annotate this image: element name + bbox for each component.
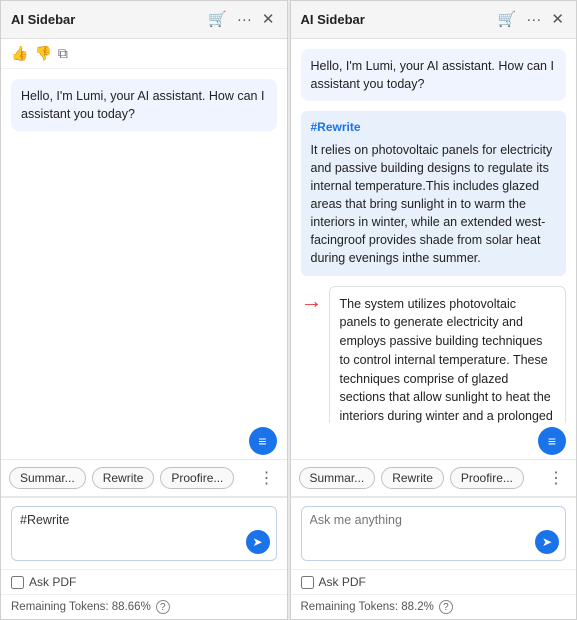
left-panel-title: AI Sidebar: [11, 12, 75, 27]
greeting-bubble: Hello, I'm Lumi, your AI assistant. How …: [11, 79, 277, 131]
doc-icon-button[interactable]: ≡: [249, 427, 277, 455]
left-text-input[interactable]: #Rewrite: [20, 513, 268, 548]
left-header-icons: 🛒 ··· ✕: [206, 10, 276, 29]
rewrite-source-block: #Rewrite It relies on photovoltaic panel…: [301, 111, 567, 275]
rewrite-tag: #Rewrite: [311, 119, 557, 136]
right-header-icons: 🛒 ··· ✕: [496, 10, 566, 29]
close-icon[interactable]: ✕: [260, 10, 277, 29]
left-input-area: #Rewrite ➤: [1, 497, 287, 569]
cart-icon[interactable]: 🛒: [206, 10, 229, 29]
rewrite-source-text: It relies on photovoltaic panels for ele…: [311, 143, 553, 266]
right-askpdf-row: Ask PDF: [291, 569, 577, 594]
left-panel: AI Sidebar 🛒 ··· ✕ 👍 👎 ⧉ Hello, I'm Lumi…: [0, 0, 288, 620]
copy-icon[interactable]: ⧉: [58, 45, 68, 62]
left-askpdf-row: Ask PDF: [1, 569, 287, 594]
left-rewrite-button[interactable]: Rewrite: [92, 467, 155, 489]
left-more-actions-button[interactable]: ⋮: [255, 466, 279, 490]
right-text-input[interactable]: [310, 513, 558, 548]
right-cart-icon[interactable]: 🛒: [496, 10, 519, 29]
right-askpdf-checkbox[interactable]: [301, 576, 314, 589]
right-send-button[interactable]: ➤: [535, 530, 559, 554]
doc-icon-row: ≡: [1, 423, 287, 459]
right-close-icon[interactable]: ✕: [549, 10, 566, 29]
right-more-actions-button[interactable]: ⋮: [544, 466, 568, 490]
left-summarize-button[interactable]: Summar...: [9, 467, 86, 489]
right-doc-icon-row: ≡: [291, 423, 577, 459]
right-panel-header: AI Sidebar 🛒 ··· ✕: [291, 1, 577, 39]
left-askpdf-label: Ask PDF: [29, 575, 76, 589]
thumbs-up-icon[interactable]: 👍: [11, 45, 28, 62]
left-input-wrapper: #Rewrite ➤: [11, 506, 277, 561]
left-chat-area: Hello, I'm Lumi, your AI assistant. How …: [1, 69, 287, 423]
left-quick-actions: Summar... Rewrite Proofire... ⋮: [1, 459, 287, 497]
left-help-icon[interactable]: ?: [156, 600, 170, 614]
right-doc-icon-button[interactable]: ≡: [538, 427, 566, 455]
left-proofread-button[interactable]: Proofire...: [160, 467, 234, 489]
right-summarize-button[interactable]: Summar...: [299, 467, 376, 489]
left-panel-header: AI Sidebar 🛒 ··· ✕: [1, 1, 287, 39]
right-tokens-row: Remaining Tokens: 88.2% ?: [291, 594, 577, 619]
right-panel: AI Sidebar 🛒 ··· ✕ Hello, I'm Lumi, your…: [290, 0, 577, 620]
left-tokens-row: Remaining Tokens: 88.66% ?: [1, 594, 287, 619]
rewrite-result-bubble: The system utilizes photovoltaic panels …: [329, 286, 567, 423]
right-askpdf-label: Ask PDF: [319, 575, 366, 589]
arrow-result-row: → The system utilizes photovoltaic panel…: [301, 286, 567, 423]
right-rewrite-button[interactable]: Rewrite: [381, 467, 444, 489]
arrow-right-icon: →: [301, 288, 323, 314]
left-send-button[interactable]: ➤: [246, 530, 270, 554]
right-more-icon[interactable]: ···: [524, 10, 543, 29]
right-quick-actions: Summar... Rewrite Proofire... ⋮: [291, 459, 577, 497]
right-panel-title: AI Sidebar: [301, 12, 365, 27]
right-input-wrapper: ➤: [301, 506, 567, 561]
right-chat-area: Hello, I'm Lumi, your AI assistant. How …: [291, 39, 577, 423]
right-help-icon[interactable]: ?: [439, 600, 453, 614]
left-tokens-text: Remaining Tokens: 88.66%: [11, 601, 151, 613]
more-icon[interactable]: ···: [235, 10, 254, 29]
right-proofread-button[interactable]: Proofire...: [450, 467, 524, 489]
right-input-area: ➤: [291, 497, 577, 569]
right-greeting-bubble: Hello, I'm Lumi, your AI assistant. How …: [301, 49, 567, 101]
left-askpdf-checkbox[interactable]: [11, 576, 24, 589]
thumbs-row: 👍 👎 ⧉: [1, 39, 287, 69]
thumbs-down-icon[interactable]: 👎: [34, 45, 51, 62]
right-tokens-text: Remaining Tokens: 88.2%: [301, 601, 434, 613]
